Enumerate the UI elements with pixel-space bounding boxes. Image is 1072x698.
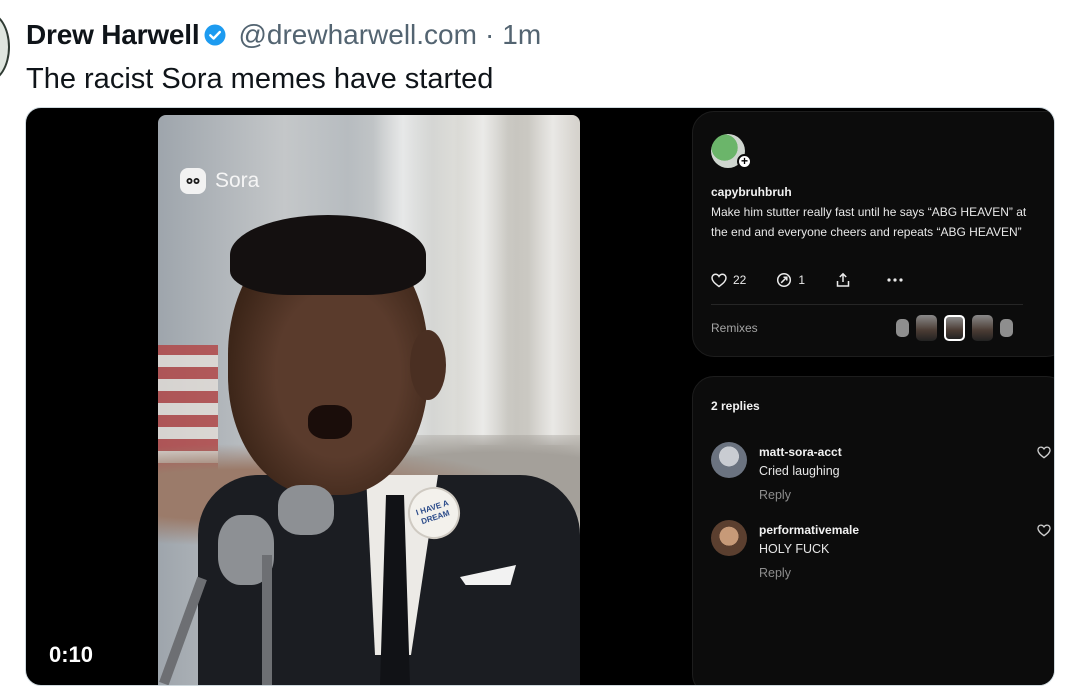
reply-text: Cried laughing: [759, 464, 840, 478]
replies-count: 2 replies: [711, 399, 760, 413]
microphone-stand: [262, 555, 272, 685]
share-button[interactable]: [835, 272, 857, 288]
remix-thumbnail[interactable]: [972, 315, 993, 341]
speaker-ear: [410, 330, 446, 400]
post-caption: Make him stutter really fast until he sa…: [711, 205, 1027, 239]
reply-like-heart-icon[interactable]: [1037, 446, 1051, 464]
video-frame[interactable]: I HAVE A DREAM: [158, 115, 580, 685]
remix-thumbnail[interactable]: [896, 319, 909, 337]
tweet-text: The racist Sora memes have started: [26, 63, 494, 95]
reply-avatar[interactable]: [711, 442, 747, 478]
share-icon: [836, 272, 850, 287]
remix-thumbnails: [896, 315, 1020, 341]
reply-username[interactable]: performativemale: [759, 523, 859, 537]
divider: [711, 304, 1023, 305]
reply-avatar[interactable]: [711, 520, 747, 556]
post-actions: 22 1: [711, 272, 939, 288]
like-button[interactable]: 22: [711, 273, 746, 288]
reply-button[interactable]: Reply: [759, 566, 791, 580]
verified-badge-icon: [204, 24, 226, 46]
remix-count: 1: [798, 273, 806, 287]
microphone-head: [278, 485, 334, 535]
reply-like-heart-icon[interactable]: [1037, 524, 1051, 542]
speaker-hair: [230, 215, 426, 295]
replies-panel: 2 replies matt-sora-acct Cried laughing …: [692, 376, 1054, 685]
sora-post-panel: + capybruhbruh Make him stutter really f…: [692, 111, 1054, 357]
sora-watermark-text: Sora: [215, 169, 260, 192]
speaker-mouth: [308, 405, 352, 439]
more-options-button[interactable]: [887, 278, 909, 282]
remix-icon: [777, 272, 792, 288]
background-pillar: [458, 115, 508, 445]
background-pillar: [528, 115, 578, 445]
reply-item: matt-sora-acct Cried laughing Reply: [711, 442, 1051, 512]
author-name[interactable]: Drew Harwell: [26, 19, 200, 51]
remix-thumbnail-selected[interactable]: [944, 315, 965, 341]
remix-thumbnail[interactable]: [1000, 319, 1013, 337]
author-avatar[interactable]: [0, 12, 10, 82]
sora-logo-icon: [180, 168, 206, 194]
remixes-label: Remixes: [711, 321, 758, 335]
tweet-header: Drew Harwell @drewharwell.com · 1m: [26, 16, 541, 54]
follow-plus-icon[interactable]: +: [737, 154, 752, 169]
attached-media[interactable]: I HAVE A DREAM Sora 0:10 + capybruhbruh …: [25, 107, 1055, 686]
reply-button[interactable]: Reply: [759, 488, 791, 502]
reply-username[interactable]: matt-sora-acct: [759, 445, 842, 459]
reply-text: HOLY FUCK: [759, 542, 830, 556]
poster-username[interactable]: capybruhbruh: [711, 185, 792, 199]
reply-item: performativemale HOLY FUCK Reply: [711, 520, 1051, 590]
sora-watermark: Sora: [180, 168, 259, 194]
video-timecode: 0:10: [49, 642, 94, 667]
post-time[interactable]: 1m: [502, 19, 541, 51]
more-options-icon: [887, 278, 903, 282]
remix-button[interactable]: 1: [776, 272, 805, 288]
like-count: 22: [733, 273, 747, 287]
author-handle[interactable]: @drewharwell.com: [238, 19, 477, 51]
separator-dot: ·: [484, 19, 495, 50]
remix-thumbnail[interactable]: [916, 315, 937, 341]
heart-icon: [711, 273, 727, 287]
